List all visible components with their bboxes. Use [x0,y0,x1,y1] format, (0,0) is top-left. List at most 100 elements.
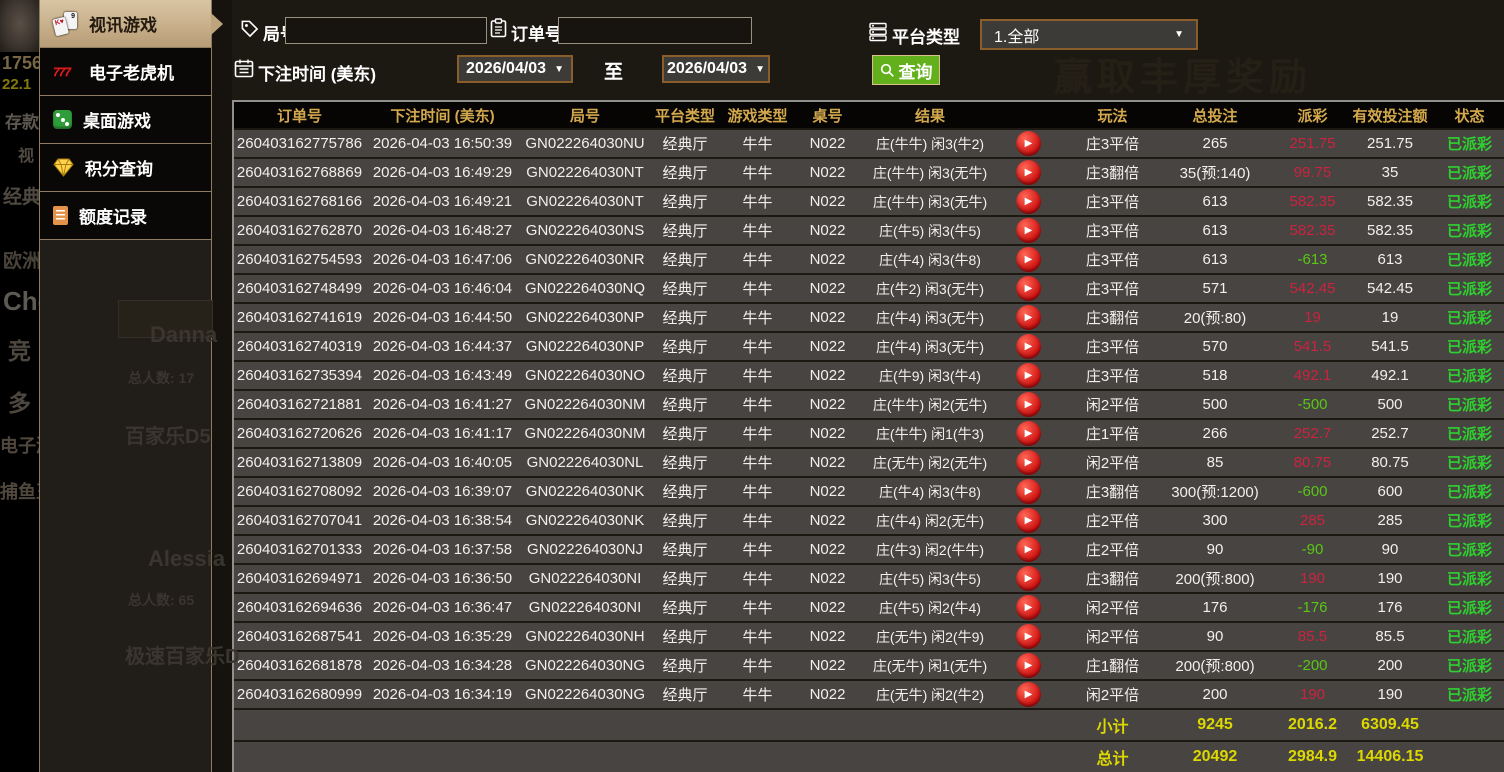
round-no-cell: GN022264030NI [528,599,642,616]
status-cell: 已派彩 [1446,136,1492,153]
game-type-cell: 牛牛 [742,571,773,588]
play-video-button[interactable]: ▶ [1016,682,1041,707]
valid-bet-cell: 582.35 [1367,193,1413,210]
play-video-button[interactable]: ▶ [1016,537,1041,562]
table-row: 260403162687541 2026-04-03 16:35:29 GN0222… [234,623,1504,650]
table-row: 260403162680999 2026-04-03 16:34:19 GN0222… [234,681,1504,708]
bet-time-cell: 2026-04-03 16:40:05 [372,454,513,471]
platform-cell: 经典厅 [662,687,708,704]
background-watermark: 赢取丰厚奖励 [1054,57,1313,99]
table-no-cell: N022 [809,251,846,268]
platform-cell: 经典厅 [662,484,708,501]
menu-item-label: 视讯游戏 [89,16,157,35]
order-no-input[interactable] [558,17,752,44]
play-method-cell: 庄2平倍 [1085,513,1140,530]
background-video-label: 视 [18,148,35,165]
play-video-button[interactable]: ▶ [1016,247,1041,272]
platform-cell: 经典厅 [662,194,708,211]
play-method-cell: 庄3平倍 [1085,252,1140,269]
menu-item-table-games[interactable]: 桌面游戏 [40,96,211,144]
play-video-button[interactable]: ▶ [1016,624,1041,649]
col-header: 订单号 [276,107,322,125]
payout-cell: 251.75 [1289,135,1336,152]
order-no-cell: 260403162735394 [236,367,363,384]
status-cell: 已派彩 [1446,165,1492,182]
bet-time-cell: 2026-04-03 16:47:06 [372,251,513,268]
background-balance: 1756 [2,53,43,73]
total-bet-cell: 500 [1202,396,1228,413]
platform-cell: 经典厅 [662,513,708,530]
menu-item-points-query[interactable]: 积分查询 [40,144,211,192]
slot-777-icon: 777 [53,64,71,79]
play-video-button[interactable]: ▶ [1016,189,1041,214]
table-row: 260403162762870 2026-04-03 16:48:27 GN0222… [234,217,1504,244]
round-no-cell: GN022264030NK [525,512,645,529]
table-row: 260403162741619 2026-04-03 16:44:50 GN0222… [234,304,1504,331]
platform-cell: 经典厅 [662,223,708,240]
play-video-button[interactable]: ▶ [1016,218,1041,243]
play-method-cell: 庄2平倍 [1085,542,1140,559]
play-video-button[interactable]: ▶ [1016,160,1041,185]
platform-cell: 经典厅 [662,165,708,182]
game-type-cell: 牛牛 [742,542,773,559]
play-method-cell: 庄3平倍 [1085,136,1140,153]
valid-bet-cell: 80.75 [1371,454,1409,471]
total-bet-cell: 613 [1202,251,1228,268]
platform-type-select[interactable]: 1.全部 ▼ [980,19,1198,50]
platform-cell: 经典厅 [662,310,708,327]
date-to-button[interactable]: 2026/04/03 ▼ [662,55,770,83]
round-no-cell: GN022264030NT [526,164,644,181]
diamond-icon [53,158,74,177]
play-video-button[interactable]: ▶ [1016,653,1041,678]
menu-item-label: 额度记录 [79,208,147,227]
query-button[interactable]: 查询 [872,55,940,85]
menu-item-slots[interactable]: 777 电子老虎机 [40,48,211,96]
play-video-button[interactable]: ▶ [1016,566,1041,591]
play-video-button[interactable]: ▶ [1016,363,1041,388]
order-no-cell: 260403162740319 [236,338,363,355]
table-no-cell: N022 [809,280,846,297]
table-no-cell: N022 [809,454,846,471]
table-no-cell: N022 [809,309,846,326]
valid-bet-cell: 252.7 [1371,425,1409,442]
valid-bet-cell: 190 [1377,686,1403,703]
game-type-cell: 牛牛 [742,426,773,443]
play-method-cell: 庄3平倍 [1085,223,1140,240]
platform-cell: 经典厅 [662,600,708,617]
status-cell: 已派彩 [1446,571,1492,588]
play-video-button[interactable]: ▶ [1016,131,1041,156]
payout-cell: 99.75 [1293,164,1332,181]
play-method-cell: 庄3翻倍 [1085,310,1140,327]
date-to-value: 2026/04/03 [667,60,748,77]
valid-bet-cell: 90 [1381,541,1399,558]
table-no-cell: N022 [809,367,846,384]
platform-cell: 经典厅 [662,426,708,443]
round-no-cell: GN022264030NQ [524,280,646,297]
menu-item-video-games[interactable]: 9 K♥ 视讯游戏 [40,0,211,48]
play-video-button[interactable]: ▶ [1016,450,1041,475]
status-cell: 已派彩 [1446,484,1492,501]
col-header: 玩法 [1097,107,1128,125]
table-no-cell: N022 [809,135,846,152]
play-video-button[interactable]: ▶ [1016,334,1041,359]
play-video-button[interactable]: ▶ [1016,392,1041,417]
play-video-button[interactable]: ▶ [1016,508,1041,533]
result-text: 庄(无牛) 闲1(无牛) [872,657,988,674]
round-no-cell: GN022264030NH [525,628,645,645]
bet-time-cell: 2026-04-03 16:46:04 [372,280,513,297]
date-from-button[interactable]: 2026/04/03 ▼ [457,55,573,83]
play-video-button[interactable]: ▶ [1016,479,1041,504]
play-video-button[interactable]: ▶ [1016,305,1041,330]
play-video-button[interactable]: ▶ [1016,276,1041,301]
play-video-button[interactable]: ▶ [1016,421,1041,446]
result-text: 庄(牛牛) 闲1(牛3) [875,425,985,442]
valid-bet-cell: 492.1 [1371,367,1409,384]
play-video-button[interactable]: ▶ [1016,595,1041,620]
total-bet-cell: 300 [1202,512,1228,529]
valid-bet-cell: 85.5 [1375,628,1405,645]
bet-time-cell: 2026-04-03 16:41:27 [372,396,513,413]
round-no-input[interactable] [285,17,487,44]
menu-item-credit-records[interactable]: 额度记录 [40,192,211,240]
col-header: 结果 [914,107,945,125]
order-no-cell: 260403162762870 [236,222,363,239]
